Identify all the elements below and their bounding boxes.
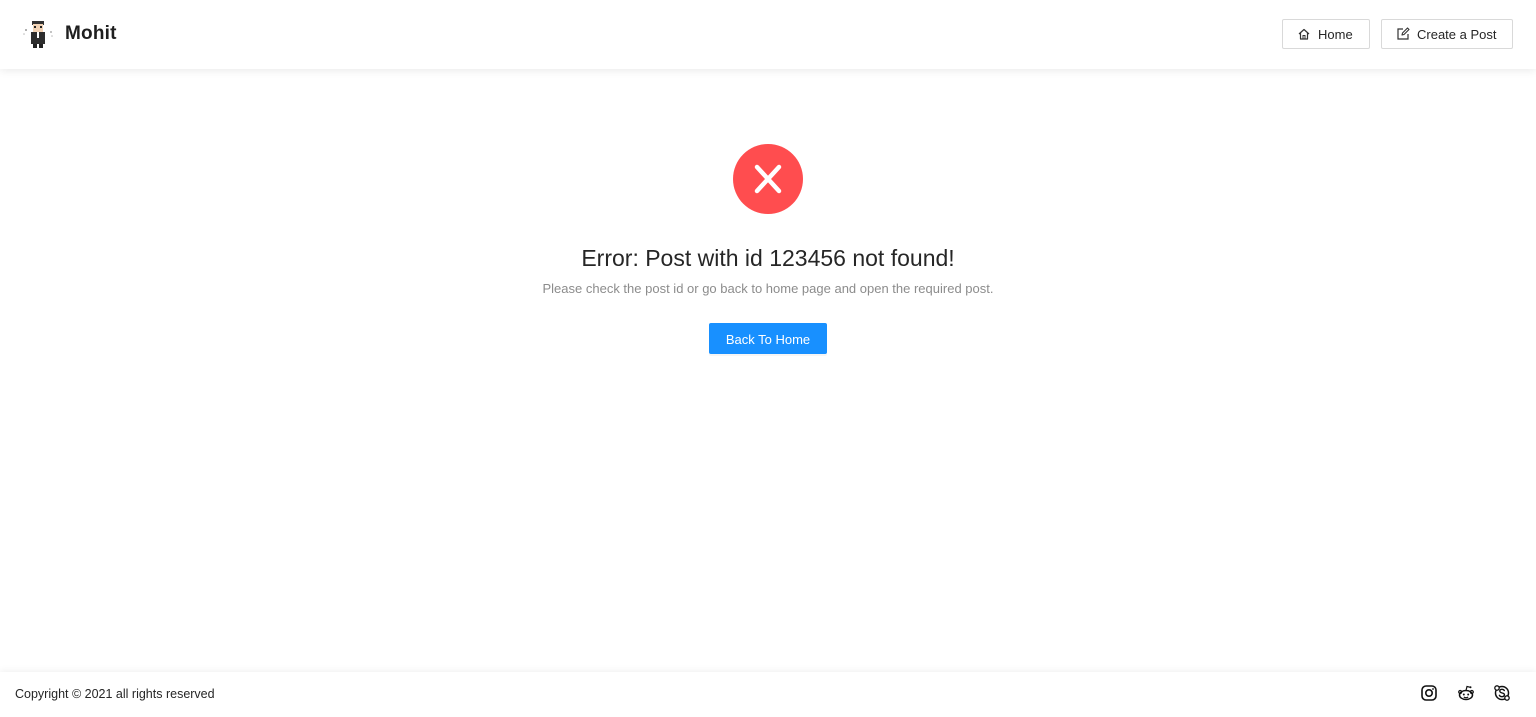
- home-button[interactable]: Home: [1282, 19, 1370, 49]
- close-circle-icon: [733, 144, 803, 214]
- top-navbar: Mohit Home Create a Post: [0, 0, 1536, 69]
- back-to-home-button[interactable]: Back To Home: [709, 323, 827, 354]
- avatar-icon: [23, 21, 53, 48]
- home-button-label: Home: [1318, 26, 1353, 42]
- home-icon: [1298, 28, 1310, 40]
- error-result: Error: Post with id 123456 not found! Pl…: [0, 144, 1536, 354]
- edit-icon: [1397, 27, 1410, 40]
- instagram-icon[interactable]: [1420, 684, 1438, 702]
- footer: Copyright © 2021 all rights reserved: [0, 672, 1536, 717]
- error-subtitle: Please check the post id or go back to h…: [542, 281, 994, 296]
- create-post-button[interactable]: Create a Post: [1381, 19, 1513, 49]
- brand[interactable]: Mohit: [21, 17, 117, 51]
- reddit-icon[interactable]: [1457, 684, 1475, 702]
- brand-name: Mohit: [65, 23, 117, 44]
- create-post-button-label: Create a Post: [1417, 26, 1497, 42]
- skype-icon[interactable]: [1493, 684, 1511, 702]
- copyright-text: Copyright © 2021 all rights reserved: [15, 687, 215, 701]
- error-title: Error: Post with id 123456 not found!: [581, 245, 955, 271]
